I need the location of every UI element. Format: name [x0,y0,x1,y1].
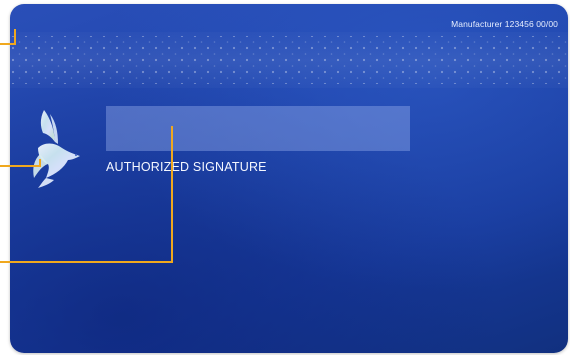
card-back: Manufacturer 123456 00/00 AUTHORIZED SIG… [10,4,568,353]
dot-pattern-band [10,32,568,88]
authorized-signature-label: AUTHORIZED SIGNATURE [106,160,267,174]
manufacturer-text: Manufacturer 123456 00/00 [451,19,558,29]
dove-hologram-icon [33,110,80,188]
signature-panel[interactable] [106,106,410,151]
card-back-illustration: Manufacturer 123456 00/00 AUTHORIZED SIG… [0,0,570,355]
